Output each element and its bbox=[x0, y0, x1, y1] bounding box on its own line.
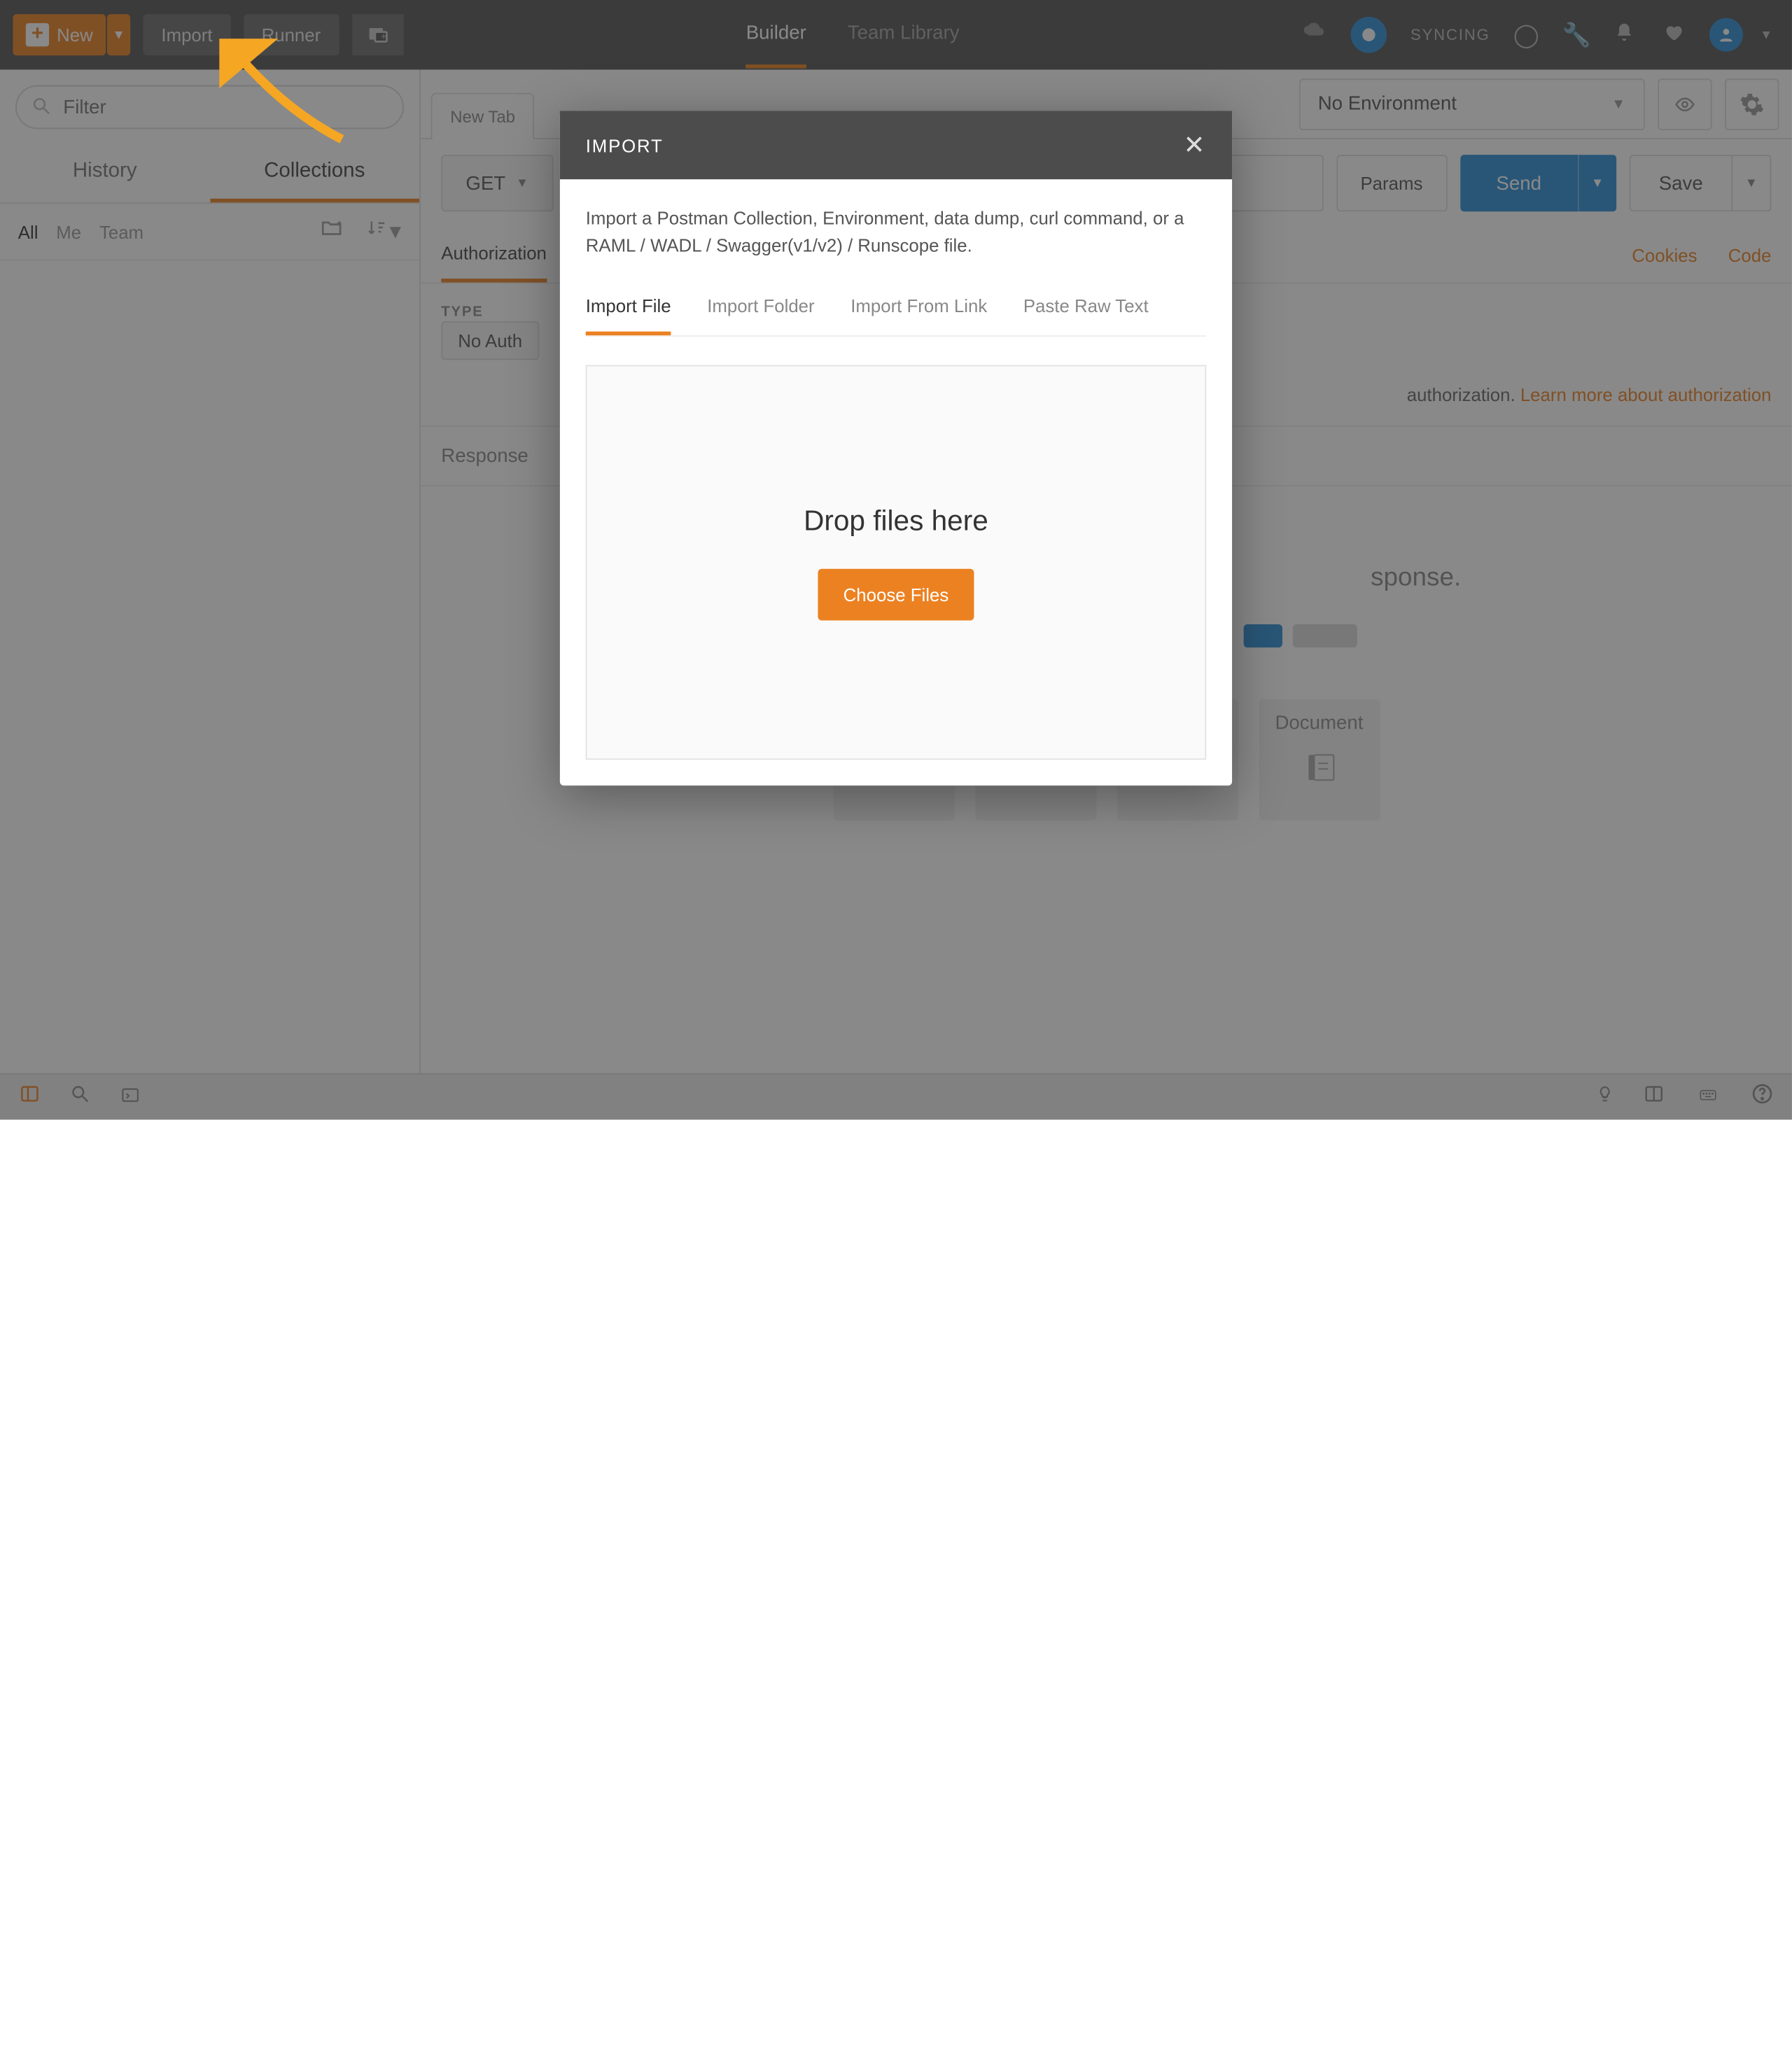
modal-tab-paste-raw[interactable]: Paste Raw Text bbox=[1023, 283, 1149, 336]
close-icon[interactable]: ✕ bbox=[1183, 129, 1206, 161]
modal-header: IMPORT ✕ bbox=[560, 111, 1232, 179]
import-modal: IMPORT ✕ Import a Postman Collection, En… bbox=[560, 111, 1232, 785]
choose-files-button[interactable]: Choose Files bbox=[818, 569, 974, 621]
modal-tab-import-file[interactable]: Import File bbox=[586, 283, 671, 336]
modal-title: IMPORT bbox=[586, 135, 664, 155]
file-dropzone[interactable]: Drop files here Choose Files bbox=[586, 365, 1206, 760]
modal-tab-import-link[interactable]: Import From Link bbox=[850, 283, 987, 336]
modal-description: Import a Postman Collection, Environment… bbox=[586, 205, 1206, 259]
modal-tab-import-folder[interactable]: Import Folder bbox=[707, 283, 814, 336]
drop-text: Drop files here bbox=[804, 505, 988, 538]
modal-tabs: Import File Import Folder Import From Li… bbox=[586, 283, 1206, 337]
